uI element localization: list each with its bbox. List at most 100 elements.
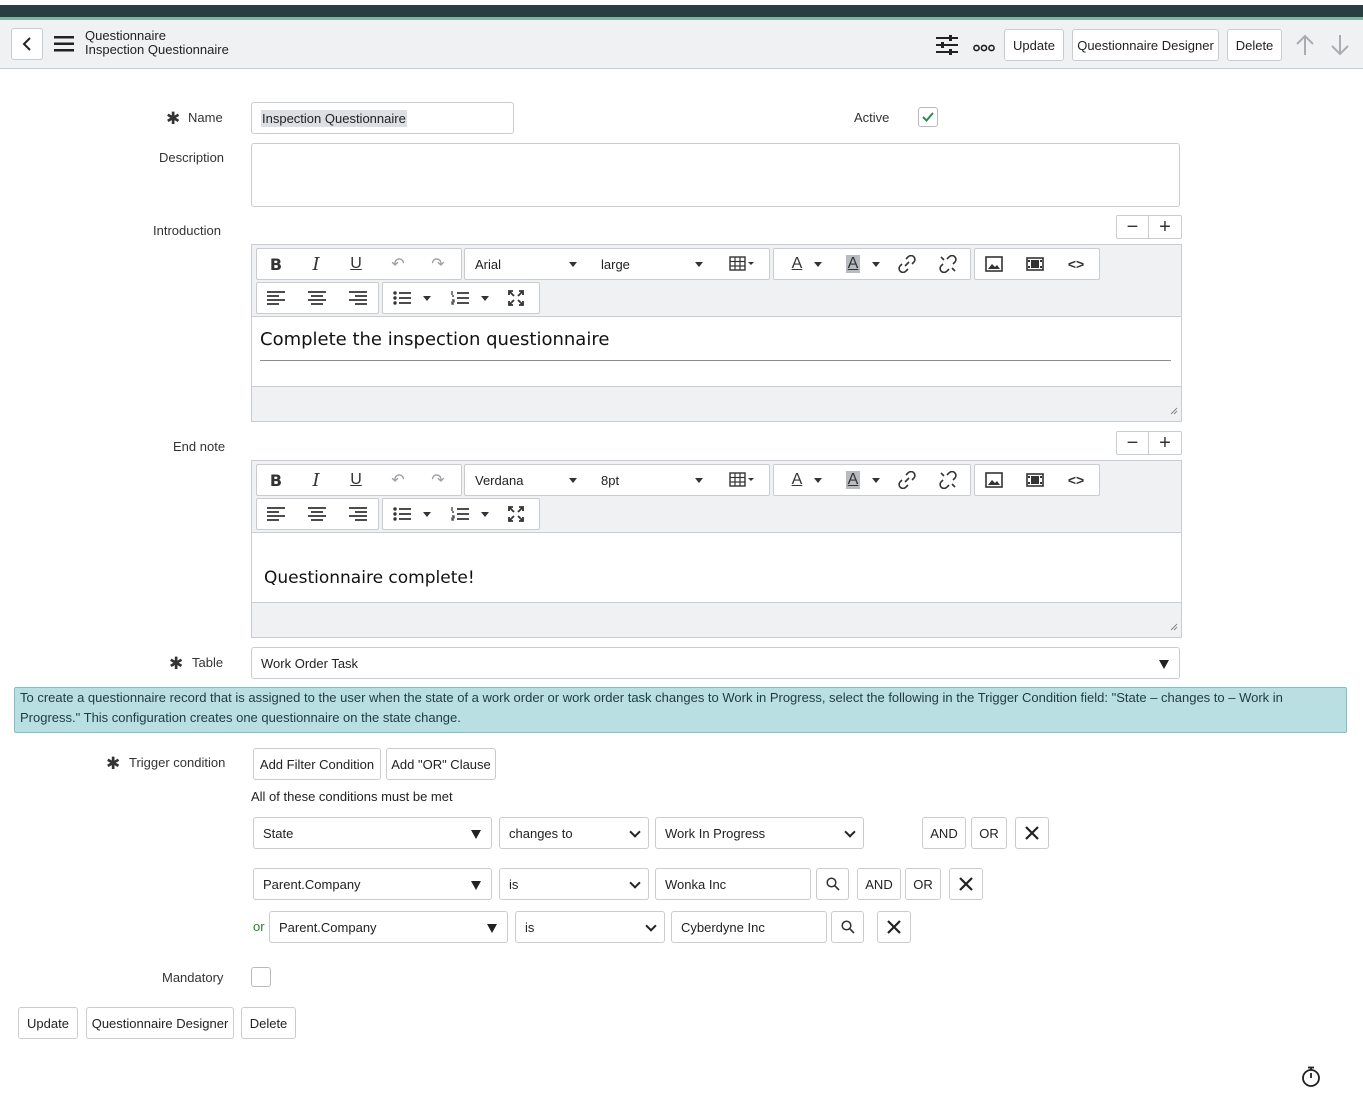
align-left-icon[interactable]: [257, 499, 295, 529]
fullscreen-icon[interactable]: [497, 499, 535, 529]
link-icon[interactable]: [888, 249, 926, 279]
undo-icon[interactable]: ↶: [379, 249, 417, 279]
bold-icon[interactable]: B: [257, 465, 295, 495]
footer-delete-button[interactable]: Delete: [241, 1007, 296, 1039]
video-icon[interactable]: [1016, 465, 1054, 495]
remove-condition-button[interactable]: [877, 911, 911, 943]
image-icon[interactable]: [975, 249, 1013, 279]
chevron-down-icon: [695, 478, 703, 483]
condition-operator-value: changes to: [509, 825, 573, 841]
video-icon[interactable]: [1016, 249, 1054, 279]
list-group: [382, 282, 540, 314]
record-title: Questionnaire Inspection Questionnaire: [85, 29, 229, 57]
description-field[interactable]: [251, 143, 1180, 207]
table-insert-icon[interactable]: [723, 465, 761, 495]
or-prefix-label: or: [253, 919, 265, 934]
condition-field-value: State: [263, 825, 294, 841]
text-color-icon[interactable]: A: [778, 249, 816, 279]
undo-icon[interactable]: ↶: [379, 465, 417, 495]
footer-update-button[interactable]: Update: [18, 1007, 78, 1039]
condition-operator-select[interactable]: is: [515, 911, 665, 943]
required-asterisk-icon: ✱: [169, 654, 184, 673]
bullet-list-icon[interactable]: [383, 499, 421, 529]
name-field[interactable]: Inspection Questionnaire: [251, 102, 514, 134]
settings-sliders-icon[interactable]: [936, 35, 958, 58]
source-code-icon[interactable]: <>: [1057, 465, 1095, 495]
align-right-icon[interactable]: [339, 499, 377, 529]
condition-value-input[interactable]: Wonka Inc: [655, 868, 811, 900]
condition-operator-select[interactable]: is: [499, 868, 649, 900]
table-value: Work Order Task: [261, 655, 359, 671]
lookup-button[interactable]: [831, 911, 864, 943]
unlink-icon[interactable]: [929, 465, 967, 495]
add-or-clause-button[interactable]: Add "OR" Clause: [386, 748, 496, 780]
fullscreen-icon[interactable]: [497, 283, 535, 313]
numbered-list-icon[interactable]: [441, 283, 479, 313]
resize-handle-icon[interactable]: [1170, 619, 1178, 634]
link-icon[interactable]: [888, 465, 926, 495]
lookup-button[interactable]: [816, 868, 849, 900]
timer-icon[interactable]: [1301, 1066, 1321, 1091]
source-code-icon[interactable]: <>: [1057, 249, 1095, 279]
previous-record-arrow-icon[interactable]: [1295, 34, 1315, 59]
underline-icon[interactable]: U: [337, 465, 375, 495]
mandatory-checkbox[interactable]: [251, 967, 271, 987]
align-left-icon[interactable]: [257, 283, 295, 313]
endnote-content-area[interactable]: Questionnaire complete!: [252, 533, 1181, 602]
hamburger-menu-icon[interactable]: [54, 36, 74, 55]
top-nav-strip: [0, 0, 1363, 20]
more-options-icon[interactable]: [973, 40, 995, 55]
table-select[interactable]: Work Order Task: [251, 647, 1180, 679]
or-button[interactable]: OR: [905, 868, 941, 900]
align-center-icon[interactable]: [298, 283, 336, 313]
back-button[interactable]: [11, 28, 43, 60]
search-icon: [825, 877, 840, 891]
condition-operator-select[interactable]: changes to: [499, 817, 649, 849]
condition-field-select[interactable]: State: [253, 817, 492, 849]
active-checkbox[interactable]: [918, 107, 938, 127]
next-record-arrow-icon[interactable]: [1330, 34, 1350, 59]
redo-icon[interactable]: ↷: [419, 249, 457, 279]
conditions-note: All of these conditions must be met: [251, 789, 453, 804]
header-update-button[interactable]: Update: [1004, 29, 1064, 61]
table-insert-icon[interactable]: [723, 249, 761, 279]
condition-field-select[interactable]: Parent.Company: [253, 868, 492, 900]
image-icon[interactable]: [975, 465, 1013, 495]
unlink-icon[interactable]: [929, 249, 967, 279]
condition-field-select[interactable]: Parent.Company: [269, 911, 508, 943]
underline-icon[interactable]: U: [337, 249, 375, 279]
bullet-list-icon[interactable]: [383, 283, 421, 313]
add-filter-condition-button[interactable]: Add Filter Condition: [253, 748, 381, 780]
remove-condition-button[interactable]: [949, 868, 983, 900]
remove-condition-button[interactable]: [1015, 817, 1049, 849]
and-button[interactable]: AND: [857, 868, 901, 900]
background-color-icon[interactable]: A: [834, 249, 872, 279]
header-questionnaire-designer-button[interactable]: Questionnaire Designer: [1072, 29, 1219, 61]
align-center-icon[interactable]: [298, 499, 336, 529]
header-delete-button[interactable]: Delete: [1227, 29, 1282, 61]
or-button[interactable]: OR: [971, 817, 1007, 849]
italic-icon[interactable]: I: [297, 249, 335, 279]
numbered-list-icon[interactable]: [441, 499, 479, 529]
introduction-content-area[interactable]: Complete the inspection questionnaire: [252, 317, 1181, 386]
condition-value-input[interactable]: Cyberdyne Inc: [671, 911, 827, 943]
minus-icon[interactable]: −: [1117, 216, 1149, 238]
background-color-icon[interactable]: A: [834, 465, 872, 495]
endnote-label: End note: [173, 439, 226, 454]
dropdown-triangle-icon: [471, 830, 481, 839]
footer-questionnaire-designer-button[interactable]: Questionnaire Designer: [86, 1007, 234, 1039]
italic-icon[interactable]: I: [297, 465, 335, 495]
alignment-group: [256, 282, 379, 314]
and-button[interactable]: AND: [922, 817, 966, 849]
condition-value-select[interactable]: Work In Progress: [655, 817, 864, 849]
align-right-icon[interactable]: [339, 283, 377, 313]
condition-operator-value: is: [509, 876, 519, 892]
minus-icon[interactable]: −: [1117, 432, 1149, 454]
resize-handle-icon[interactable]: [1170, 403, 1178, 418]
text-color-icon[interactable]: A: [778, 465, 816, 495]
redo-icon[interactable]: ↷: [419, 465, 457, 495]
format-group: B I U ↶ ↷: [256, 248, 462, 280]
plus-icon[interactable]: +: [1149, 432, 1181, 454]
bold-icon[interactable]: B: [257, 249, 295, 279]
plus-icon[interactable]: +: [1149, 216, 1181, 238]
